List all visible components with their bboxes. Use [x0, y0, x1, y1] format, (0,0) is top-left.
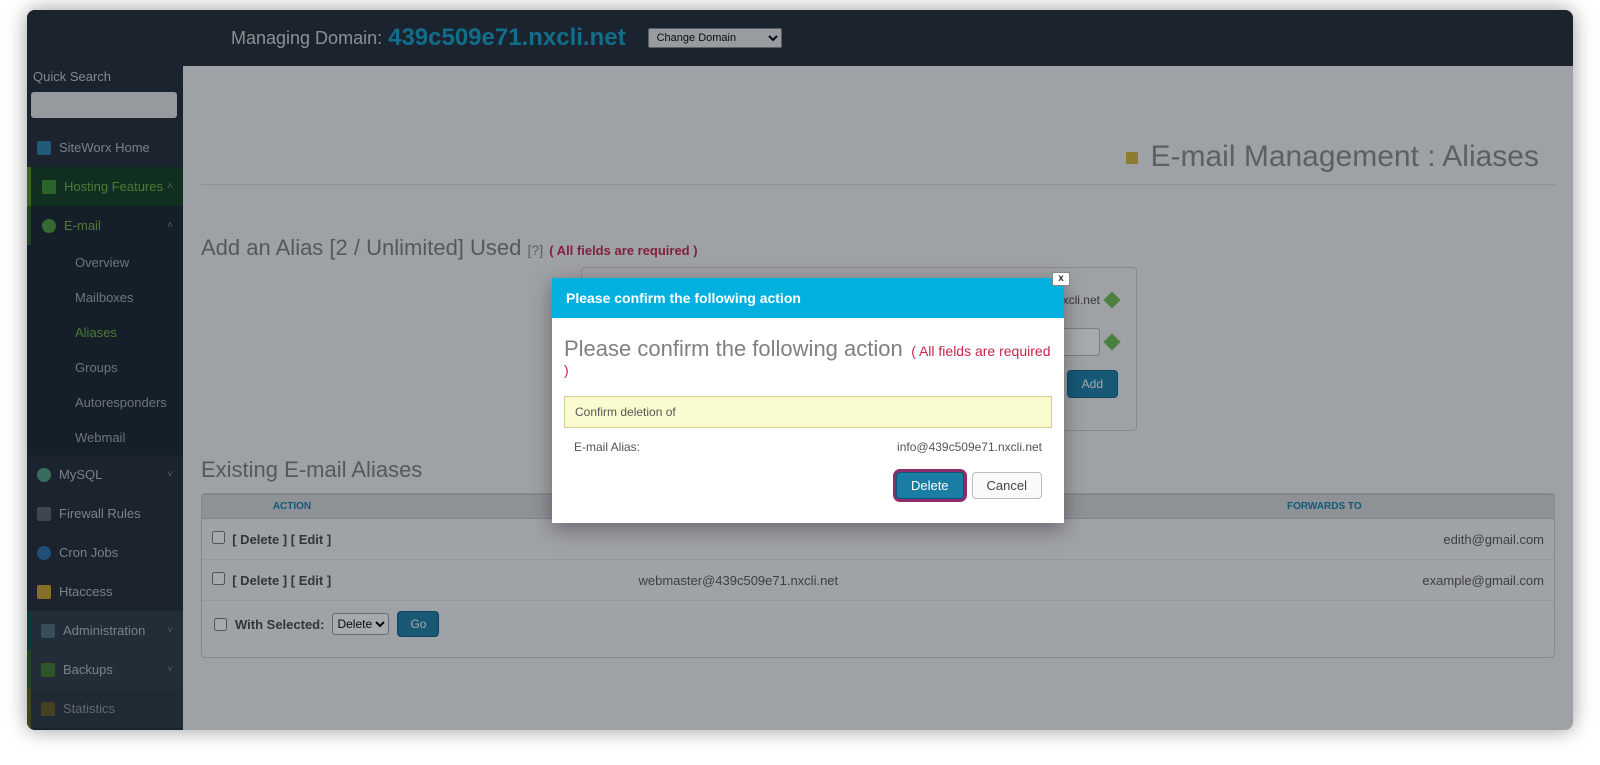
confirm-modal: Please confirm the following action x Pl… [552, 278, 1064, 523]
modal-body: Please confirm the following action ( Al… [552, 318, 1064, 523]
modal-actions: Delete Cancel [564, 466, 1052, 511]
cancel-button[interactable]: Cancel [972, 472, 1042, 499]
modal-subtitle: Please confirm the following action [564, 336, 903, 361]
modal-close-button[interactable]: x [1052, 272, 1070, 286]
modal-alias-row: E-mail Alias: info@439c509e71.nxcli.net [564, 428, 1052, 466]
delete-button[interactable]: Delete [896, 472, 964, 499]
modal-alias-value: info@439c509e71.nxcli.net [897, 440, 1042, 454]
modal-title-bar: Please confirm the following action x [552, 278, 1064, 318]
modal-alias-label: E-mail Alias: [574, 440, 640, 454]
confirm-deletion-bar: Confirm deletion of [564, 396, 1052, 428]
